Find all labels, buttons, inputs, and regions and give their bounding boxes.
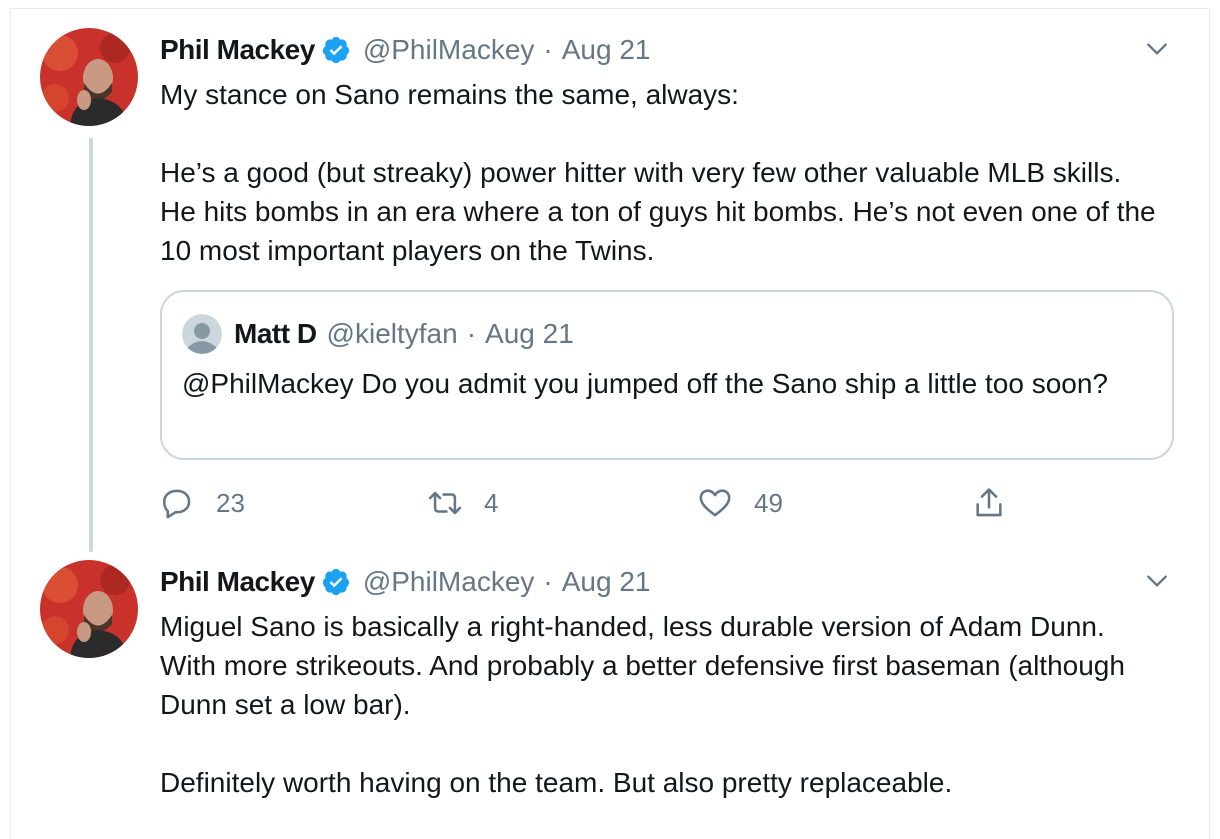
retweet-icon: [428, 491, 462, 515]
separator-dot: ·: [543, 566, 553, 597]
thread-connector-line: [89, 138, 93, 552]
avatar-photo: [40, 560, 138, 658]
tweet-date[interactable]: Aug 21: [562, 34, 651, 66]
default-avatar-icon[interactable]: [182, 314, 222, 354]
like-icon: [699, 489, 731, 517]
verified-badge-icon: [322, 568, 349, 596]
reply-icon: [162, 489, 191, 519]
chevron-down-icon[interactable]: [1144, 568, 1170, 594]
author-handle[interactable]: @PhilMackey: [363, 34, 535, 66]
like-button[interactable]: 49: [698, 482, 783, 524]
share-button[interactable]: [972, 482, 1028, 524]
tweet-header: Phil Mackey @PhilMackey · Aug 21: [160, 30, 650, 70]
tweet-actions: 23 4 49: [160, 482, 1060, 524]
share-icon: [976, 488, 1002, 517]
retweet-count: 4: [484, 487, 499, 518]
reply-count: 23: [216, 487, 245, 518]
quoted-tweet[interactable]: Matt D @kieltyfan · Aug 21 @PhilMackey D…: [160, 290, 1174, 460]
chevron-down-icon[interactable]: [1144, 36, 1170, 62]
like-count: 49: [754, 487, 783, 518]
quoted-author-handle[interactable]: @kieltyfan: [327, 318, 458, 350]
quoted-author-name[interactable]: Matt D: [234, 318, 317, 350]
avatar[interactable]: [40, 560, 138, 658]
author-handle[interactable]: @PhilMackey: [363, 566, 535, 598]
quoted-tweet-text: @PhilMackey Do you admit you jumped off …: [182, 368, 1108, 399]
quoted-tweet-date[interactable]: Aug 21: [485, 318, 574, 350]
verified-badge-icon: [322, 36, 349, 64]
tweet-text: My stance on Sano remains the same, alwa…: [160, 79, 1156, 266]
tweet-date[interactable]: Aug 21: [562, 566, 651, 598]
retweet-button[interactable]: 4: [428, 482, 498, 524]
quoted-tweet-header: Matt D @kieltyfan · Aug 21: [182, 314, 574, 354]
author-name[interactable]: Phil Mackey: [160, 34, 315, 66]
reply-button[interactable]: 23: [160, 482, 245, 524]
tweet-text: Miguel Sano is basically a right-handed,…: [160, 611, 1125, 798]
separator-dot: ·: [543, 34, 553, 65]
default-avatar-graphic: [182, 314, 222, 354]
avatar[interactable]: [40, 28, 138, 126]
tweet-header: Phil Mackey @PhilMackey · Aug 21: [160, 562, 650, 602]
separator-dot: ·: [466, 318, 477, 349]
avatar-photo: [40, 28, 138, 126]
author-name[interactable]: Phil Mackey: [160, 566, 315, 598]
